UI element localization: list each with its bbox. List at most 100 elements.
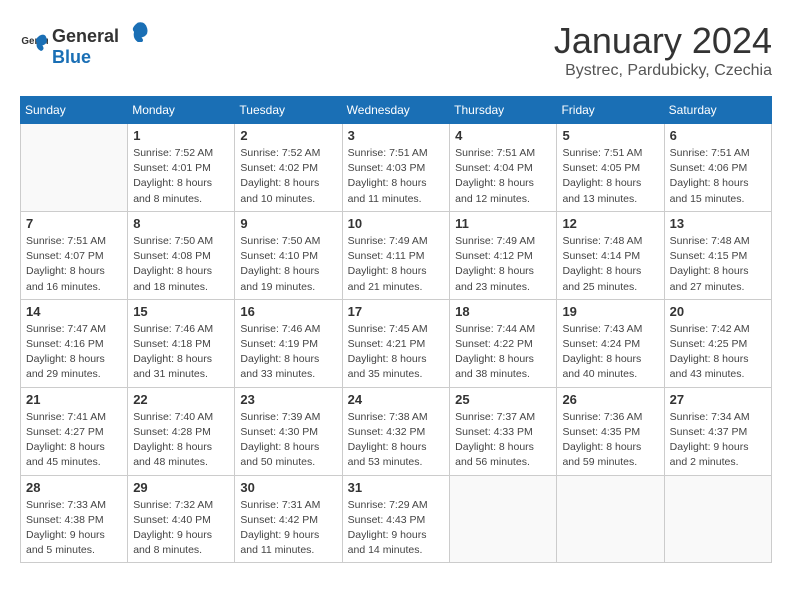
calendar-cell: 8 Sunrise: 7:50 AM Sunset: 4:08 PM Daylig…	[128, 211, 235, 299]
day-info: Sunrise: 7:46 AM Sunset: 4:18 PM Dayligh…	[133, 322, 229, 383]
day-number: 16	[240, 304, 336, 319]
day-info: Sunrise: 7:40 AM Sunset: 4:28 PM Dayligh…	[133, 410, 229, 471]
day-info: Sunrise: 7:44 AM Sunset: 4:22 PM Dayligh…	[455, 322, 551, 383]
day-number: 20	[670, 304, 766, 319]
calendar-cell: 1 Sunrise: 7:52 AM Sunset: 4:01 PM Daylig…	[128, 124, 235, 212]
day-info: Sunrise: 7:45 AM Sunset: 4:21 PM Dayligh…	[348, 322, 444, 383]
day-info: Sunrise: 7:51 AM Sunset: 4:07 PM Dayligh…	[26, 234, 122, 295]
day-info: Sunrise: 7:32 AM Sunset: 4:40 PM Dayligh…	[133, 498, 229, 559]
day-number: 17	[348, 304, 444, 319]
day-info: Sunrise: 7:41 AM Sunset: 4:27 PM Dayligh…	[26, 410, 122, 471]
day-number: 24	[348, 392, 444, 407]
calendar-cell: 18 Sunrise: 7:44 AM Sunset: 4:22 PM Dayli…	[450, 299, 557, 387]
calendar-cell: 28 Sunrise: 7:33 AM Sunset: 4:38 PM Dayli…	[21, 475, 128, 563]
month-title: January 2024	[554, 20, 772, 62]
day-info: Sunrise: 7:39 AM Sunset: 4:30 PM Dayligh…	[240, 410, 336, 471]
day-info: Sunrise: 7:51 AM Sunset: 4:05 PM Dayligh…	[562, 146, 658, 207]
weekday-header-tuesday: Tuesday	[235, 97, 342, 124]
day-info: Sunrise: 7:34 AM Sunset: 4:37 PM Dayligh…	[670, 410, 766, 471]
calendar-cell: 26Sunrise: 7:36 AM Sunset: 4:35 PM Dayli…	[557, 387, 664, 475]
calendar-cell: 6Sunrise: 7:51 AM Sunset: 4:06 PM Daylig…	[664, 124, 771, 212]
calendar-cell: 30 Sunrise: 7:31 AM Sunset: 4:42 PM Dayli…	[235, 475, 342, 563]
weekday-header-monday: Monday	[128, 97, 235, 124]
weekday-header-saturday: Saturday	[664, 97, 771, 124]
calendar-cell: 21 Sunrise: 7:41 AM Sunset: 4:27 PM Dayli…	[21, 387, 128, 475]
calendar-cell: 31Sunrise: 7:29 AM Sunset: 4:43 PM Dayli…	[342, 475, 449, 563]
day-number: 23	[240, 392, 336, 407]
day-number: 15	[133, 304, 229, 319]
calendar-cell: 20 Sunrise: 7:42 AM Sunset: 4:25 PM Dayli…	[664, 299, 771, 387]
day-number: 14	[26, 304, 122, 319]
day-info: Sunrise: 7:52 AM Sunset: 4:01 PM Dayligh…	[133, 146, 229, 207]
day-info: Sunrise: 7:42 AM Sunset: 4:25 PM Dayligh…	[670, 322, 766, 383]
day-number: 29	[133, 480, 229, 495]
day-number: 3	[348, 128, 444, 143]
calendar-cell: 29 Sunrise: 7:32 AM Sunset: 4:40 PM Dayli…	[128, 475, 235, 563]
day-number: 2	[240, 128, 336, 143]
calendar-header-row: SundayMondayTuesdayWednesdayThursdayFrid…	[21, 97, 772, 124]
day-number: 30	[240, 480, 336, 495]
weekday-header-friday: Friday	[557, 97, 664, 124]
title-section: January 2024 Bystrec, Pardubicky, Czechi…	[554, 20, 772, 80]
calendar-cell: 4 Sunrise: 7:51 AM Sunset: 4:04 PM Daylig…	[450, 124, 557, 212]
calendar-cell: 3 Sunrise: 7:51 AM Sunset: 4:03 PM Daylig…	[342, 124, 449, 212]
weekday-header-sunday: Sunday	[21, 97, 128, 124]
day-info: Sunrise: 7:38 AM Sunset: 4:32 PM Dayligh…	[348, 410, 444, 471]
logo-blue-text: Blue	[52, 47, 91, 67]
day-number: 5	[562, 128, 658, 143]
day-number: 27	[670, 392, 766, 407]
calendar-cell: 12 Sunrise: 7:48 AM Sunset: 4:14 PM Dayli…	[557, 211, 664, 299]
day-info: Sunrise: 7:47 AM Sunset: 4:16 PM Dayligh…	[26, 322, 122, 383]
calendar-cell: 5 Sunrise: 7:51 AM Sunset: 4:05 PM Daylig…	[557, 124, 664, 212]
day-info: Sunrise: 7:37 AM Sunset: 4:33 PM Dayligh…	[455, 410, 551, 471]
calendar-cell: 13Sunrise: 7:48 AM Sunset: 4:15 PM Dayli…	[664, 211, 771, 299]
calendar-cell: 27 Sunrise: 7:34 AM Sunset: 4:37 PM Dayli…	[664, 387, 771, 475]
day-info: Sunrise: 7:52 AM Sunset: 4:02 PM Dayligh…	[240, 146, 336, 207]
day-number: 1	[133, 128, 229, 143]
day-info: Sunrise: 7:51 AM Sunset: 4:06 PM Dayligh…	[670, 146, 766, 207]
day-number: 11	[455, 216, 551, 231]
day-number: 9	[240, 216, 336, 231]
day-number: 12	[562, 216, 658, 231]
calendar-cell: 9Sunrise: 7:50 AM Sunset: 4:10 PM Daylig…	[235, 211, 342, 299]
calendar-cell: 19Sunrise: 7:43 AM Sunset: 4:24 PM Dayli…	[557, 299, 664, 387]
day-info: Sunrise: 7:49 AM Sunset: 4:12 PM Dayligh…	[455, 234, 551, 295]
calendar-week-row: 7 Sunrise: 7:51 AM Sunset: 4:07 PM Daylig…	[21, 211, 772, 299]
calendar-cell	[450, 475, 557, 563]
day-info: Sunrise: 7:48 AM Sunset: 4:14 PM Dayligh…	[562, 234, 658, 295]
day-number: 28	[26, 480, 122, 495]
day-number: 8	[133, 216, 229, 231]
day-info: Sunrise: 7:50 AM Sunset: 4:08 PM Dayligh…	[133, 234, 229, 295]
day-info: Sunrise: 7:49 AM Sunset: 4:11 PM Dayligh…	[348, 234, 444, 295]
day-info: Sunrise: 7:51 AM Sunset: 4:04 PM Dayligh…	[455, 146, 551, 207]
logo-icon: General	[20, 30, 48, 58]
day-number: 10	[348, 216, 444, 231]
day-info: Sunrise: 7:51 AM Sunset: 4:03 PM Dayligh…	[348, 146, 444, 207]
day-info: Sunrise: 7:33 AM Sunset: 4:38 PM Dayligh…	[26, 498, 122, 559]
day-number: 4	[455, 128, 551, 143]
weekday-header-wednesday: Wednesday	[342, 97, 449, 124]
calendar-cell: 10 Sunrise: 7:49 AM Sunset: 4:11 PM Dayli…	[342, 211, 449, 299]
day-number: 21	[26, 392, 122, 407]
day-info: Sunrise: 7:31 AM Sunset: 4:42 PM Dayligh…	[240, 498, 336, 559]
calendar-cell: 2 Sunrise: 7:52 AM Sunset: 4:02 PM Daylig…	[235, 124, 342, 212]
logo-general-text: General	[52, 26, 119, 47]
calendar-week-row: 28 Sunrise: 7:33 AM Sunset: 4:38 PM Dayli…	[21, 475, 772, 563]
calendar-week-row: 1 Sunrise: 7:52 AM Sunset: 4:01 PM Daylig…	[21, 124, 772, 212]
calendar-cell: 22Sunrise: 7:40 AM Sunset: 4:28 PM Dayli…	[128, 387, 235, 475]
day-info: Sunrise: 7:36 AM Sunset: 4:35 PM Dayligh…	[562, 410, 658, 471]
day-number: 7	[26, 216, 122, 231]
calendar-cell: 11 Sunrise: 7:49 AM Sunset: 4:12 PM Dayli…	[450, 211, 557, 299]
calendar-cell: 15 Sunrise: 7:46 AM Sunset: 4:18 PM Dayli…	[128, 299, 235, 387]
calendar-cell: 25 Sunrise: 7:37 AM Sunset: 4:33 PM Dayli…	[450, 387, 557, 475]
calendar-cell: 16Sunrise: 7:46 AM Sunset: 4:19 PM Dayli…	[235, 299, 342, 387]
day-number: 18	[455, 304, 551, 319]
day-info: Sunrise: 7:43 AM Sunset: 4:24 PM Dayligh…	[562, 322, 658, 383]
day-number: 25	[455, 392, 551, 407]
calendar-cell	[21, 124, 128, 212]
calendar-cell: 7 Sunrise: 7:51 AM Sunset: 4:07 PM Daylig…	[21, 211, 128, 299]
calendar-cell: 24 Sunrise: 7:38 AM Sunset: 4:32 PM Dayli…	[342, 387, 449, 475]
calendar-cell: 23 Sunrise: 7:39 AM Sunset: 4:30 PM Dayli…	[235, 387, 342, 475]
calendar-cell	[557, 475, 664, 563]
logo: General General Blue	[20, 20, 149, 68]
